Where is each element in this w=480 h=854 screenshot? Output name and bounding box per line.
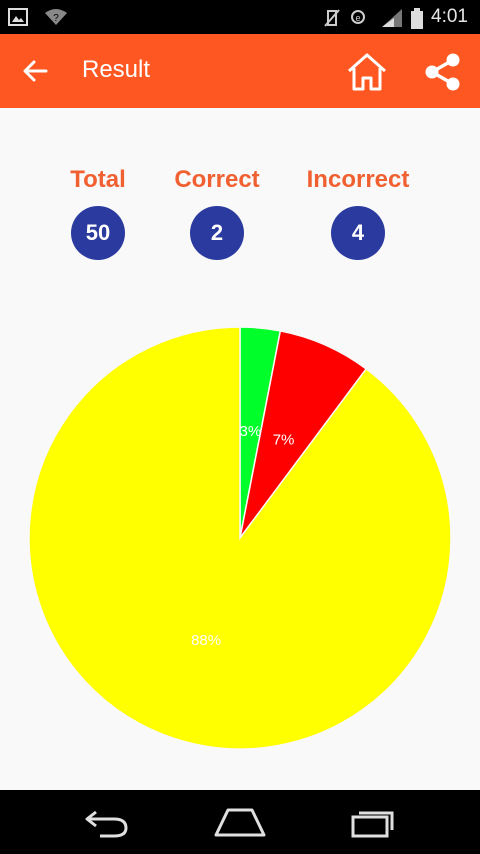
svg-text:?: ? bbox=[53, 13, 59, 24]
svg-text:e: e bbox=[355, 13, 360, 23]
nav-recents-icon[interactable] bbox=[350, 808, 396, 838]
stat-total-value: 50 bbox=[71, 206, 125, 260]
stat-incorrect: Incorrect 4 bbox=[278, 165, 438, 260]
stat-correct: Correct 2 bbox=[137, 165, 297, 260]
home-icon[interactable] bbox=[345, 52, 389, 92]
stat-incorrect-value: 4 bbox=[331, 206, 385, 260]
data-icon: e bbox=[351, 10, 365, 24]
pie-label-0: 3% bbox=[239, 423, 261, 440]
pie-label-2: 88% bbox=[191, 632, 221, 649]
stat-correct-value: 2 bbox=[190, 206, 244, 260]
page-title: Result bbox=[82, 56, 151, 83]
wifi-alert-icon: ? bbox=[45, 9, 67, 25]
pie-label-1: 7% bbox=[273, 432, 295, 449]
status-time: 4:01 bbox=[431, 6, 468, 27]
pie-slice-2 bbox=[28, 326, 452, 750]
app-bar: Result bbox=[0, 34, 480, 108]
stat-correct-label: Correct bbox=[174, 166, 260, 193]
battery-icon bbox=[411, 8, 423, 29]
system-nav-bar bbox=[0, 790, 480, 854]
share-icon[interactable] bbox=[424, 52, 462, 92]
result-pie-chart: 3% 7% 88% bbox=[28, 326, 452, 750]
vibrate-icon bbox=[324, 9, 340, 27]
image-notification-icon bbox=[8, 8, 28, 26]
signal-icon bbox=[382, 9, 402, 27]
stat-incorrect-label: Incorrect bbox=[306, 166, 410, 193]
back-arrow-icon[interactable] bbox=[22, 58, 50, 84]
nav-back-icon[interactable] bbox=[84, 808, 130, 838]
nav-home-icon[interactable] bbox=[214, 808, 266, 838]
status-bar: ? e 4:01 bbox=[0, 0, 480, 34]
